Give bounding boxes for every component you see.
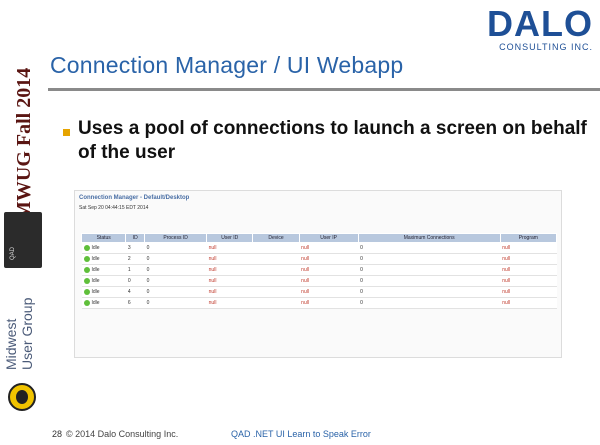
user-id-cell: null — [206, 286, 253, 298]
status-cell: Idle — [81, 286, 126, 298]
user-id-cell: null — [206, 242, 253, 254]
status-text: Idle — [91, 245, 100, 251]
status-idle-icon — [83, 267, 90, 273]
group-line-1: Midwest — [3, 318, 19, 370]
program-cell: null — [500, 253, 557, 265]
status-cell: Idle — [81, 297, 126, 309]
process-id-cell: 0 — [144, 297, 207, 309]
status-idle-icon — [83, 245, 90, 251]
title-divider — [48, 88, 600, 91]
max-connections-cell: 0 — [358, 297, 501, 309]
id-cell: 6 — [125, 297, 145, 309]
table-row: Idle 0 0 null null 0 null — [81, 275, 557, 287]
max-connections-cell: 0 — [358, 242, 501, 254]
dalo-logo: DALO CONSULTING INC. — [487, 3, 593, 53]
copyright: © 2014 Dalo Consulting Inc. — [66, 429, 179, 439]
col-device: Device — [252, 233, 300, 243]
process-id-cell: 0 — [144, 242, 207, 254]
page-number: 28 — [52, 429, 63, 439]
user-ip-cell: null — [299, 264, 359, 276]
process-id-cell: 0 — [144, 253, 207, 265]
status-cell: Idle — [81, 253, 126, 265]
screenshot-date: Sat Sep 20 04:44:15 EDT 2014 — [79, 205, 149, 211]
user-ip-cell: null — [299, 242, 359, 254]
device-cell — [252, 264, 300, 276]
brand-sub: CONSULTING INC. — [499, 42, 593, 52]
id-cell: 0 — [125, 275, 145, 287]
event-text: MWUG Fall 2014 — [13, 67, 35, 220]
id-cell: 2 — [125, 253, 145, 265]
user-id-cell: null — [206, 253, 253, 265]
group-line-2: User Group — [19, 297, 35, 370]
table-row: Idle 6 0 null null 0 null — [81, 297, 557, 309]
col-id: ID — [125, 233, 146, 243]
status-idle-icon — [83, 300, 90, 306]
program-cell: null — [500, 286, 557, 298]
event-label: MWUG Fall 2014 — [13, 28, 35, 228]
status-text: Idle — [91, 289, 100, 295]
connection-manager-screenshot: Connection Manager - Default/Desktop Sat… — [74, 190, 562, 358]
status-cell: Idle — [81, 264, 126, 276]
status-text: Idle — [91, 267, 100, 273]
qad-logo: QAD — [4, 212, 42, 268]
user-ip-cell: null — [299, 275, 359, 287]
device-cell — [252, 297, 300, 309]
status-idle-icon — [83, 289, 90, 295]
user-ip-cell: null — [299, 297, 359, 309]
status-idle-icon — [83, 278, 90, 284]
status-text: Idle — [91, 278, 100, 284]
bullet-marker-icon — [63, 129, 70, 136]
id-cell: 3 — [125, 242, 145, 254]
table-row: Idle 2 0 null null 0 null — [81, 253, 557, 265]
user-ip-cell: null — [299, 253, 359, 265]
max-connections-cell: 0 — [358, 275, 501, 287]
id-cell: 4 — [125, 286, 145, 298]
device-cell — [252, 253, 300, 265]
max-connections-cell: 0 — [358, 286, 501, 298]
brand-name: DALO — [487, 3, 593, 44]
table-row: Idle 1 0 null null 0 null — [81, 264, 557, 276]
user-group-logo-icon — [8, 383, 36, 411]
col-user-id: User ID — [206, 233, 254, 243]
left-sidebar-band: MWUG Fall 2014 QAD Midwest User Group — [0, 0, 46, 445]
program-cell: null — [500, 264, 557, 276]
footer-title: QAD .NET UI Learn to Speak Error — [231, 429, 371, 439]
device-cell — [252, 242, 300, 254]
user-group-label: Midwest User Group — [2, 278, 42, 373]
col-user-ip: User IP — [298, 233, 359, 243]
slide-title: Connection Manager / UI Webapp — [50, 52, 404, 78]
id-cell: 1 — [125, 264, 145, 276]
device-cell — [252, 286, 300, 298]
status-cell: Idle — [81, 275, 126, 287]
user-id-cell: null — [206, 264, 253, 276]
program-cell: null — [500, 297, 557, 309]
user-id-cell: null — [206, 297, 253, 309]
max-connections-cell: 0 — [358, 264, 501, 276]
user-ip-cell: null — [299, 286, 359, 298]
col-status: Status — [80, 233, 127, 243]
col-max-connections: Maximum Connections — [357, 233, 501, 243]
table-row: Idle 3 0 null null 0 null — [81, 242, 557, 254]
status-cell: Idle — [81, 242, 126, 254]
device-cell — [252, 275, 300, 287]
table-header-row: Status ID Process ID User ID Device User… — [80, 233, 558, 243]
connections-table: Status ID Process ID User ID Device User… — [80, 233, 558, 309]
user-id-cell: null — [206, 275, 253, 287]
process-id-cell: 0 — [144, 286, 207, 298]
max-connections-cell: 0 — [358, 253, 501, 265]
program-cell: null — [500, 242, 557, 254]
process-id-cell: 0 — [144, 275, 207, 287]
bullet-text: Uses a pool of connections to launch a s… — [78, 118, 587, 163]
status-text: Idle — [91, 300, 100, 306]
status-text: Idle — [91, 256, 100, 262]
col-process-id: Process ID — [144, 233, 208, 243]
process-id-cell: 0 — [144, 264, 207, 276]
qad-logo-text: QAD — [10, 246, 16, 260]
screenshot-title: Connection Manager - Default/Desktop — [79, 195, 190, 201]
status-idle-icon — [83, 256, 90, 262]
program-cell: null — [500, 275, 557, 287]
col-program: Program — [499, 233, 558, 243]
table-row: Idle 4 0 null null 0 null — [81, 286, 557, 298]
